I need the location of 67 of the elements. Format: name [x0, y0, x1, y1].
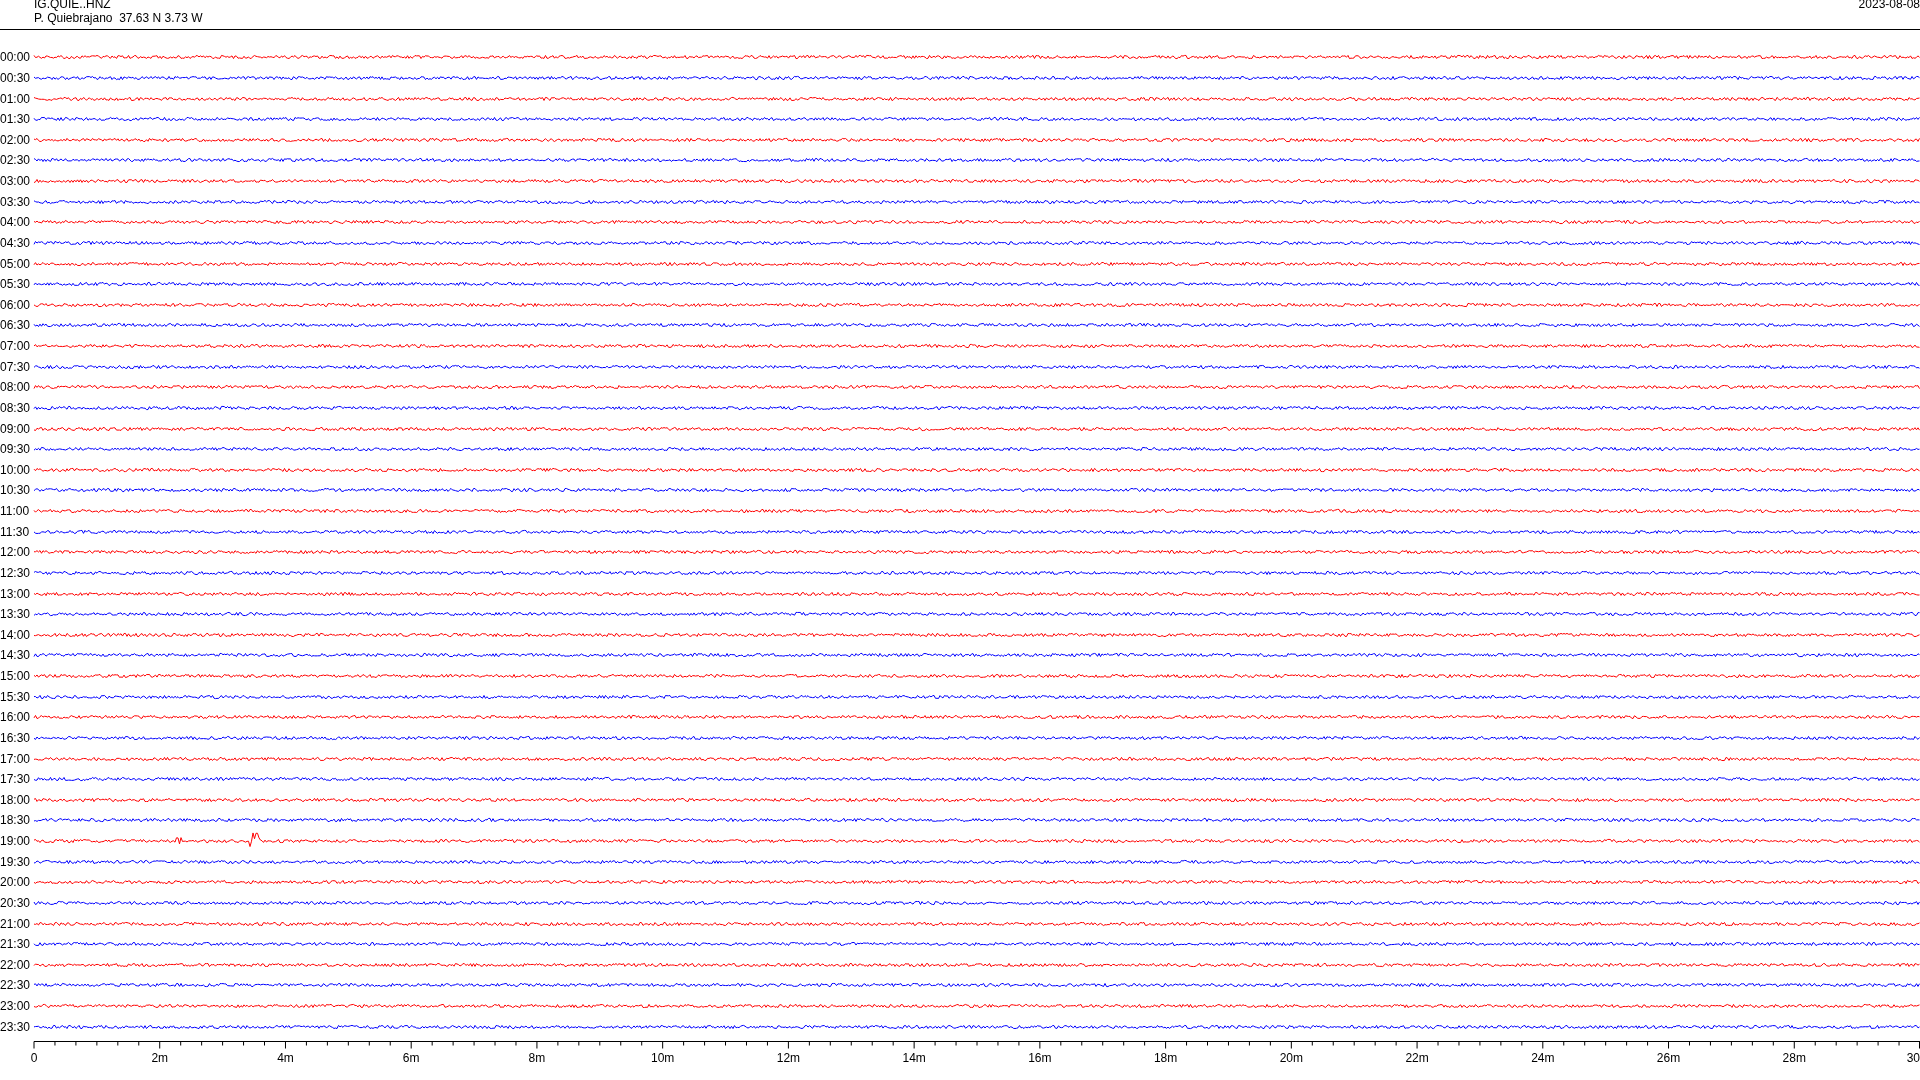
- time-label: 19:00: [0, 834, 32, 849]
- time-label: 01:30: [0, 112, 32, 127]
- time-label: 15:00: [0, 669, 32, 684]
- time-label: 16:00: [0, 710, 32, 725]
- time-label: 01:00: [0, 91, 32, 106]
- time-label: 09:30: [0, 442, 32, 457]
- axis-tick-label: 6m: [402, 1051, 420, 1065]
- time-label: 14:00: [0, 627, 32, 642]
- time-label: 17:00: [0, 751, 32, 766]
- time-label: 00:00: [0, 50, 32, 65]
- axis-tick-label: 16m: [1028, 1051, 1052, 1065]
- time-label: 18:00: [0, 792, 32, 807]
- time-label: 11:30: [0, 524, 31, 539]
- time-label: 05:30: [0, 277, 32, 292]
- time-label: 02:30: [0, 153, 32, 168]
- time-label: 07:00: [0, 339, 32, 354]
- time-label: 12:00: [0, 545, 32, 560]
- time-label: 03:30: [0, 194, 32, 209]
- time-label: 13:00: [0, 586, 32, 601]
- time-label: 22:30: [0, 978, 32, 993]
- axis-tick-label: 22m: [1405, 1051, 1429, 1065]
- time-label: 23:00: [0, 999, 32, 1014]
- axis-tick-label: 14m: [902, 1051, 926, 1065]
- time-label: 07:30: [0, 359, 32, 374]
- time-label: 18:30: [0, 813, 32, 828]
- axis-tick-label: 8m: [528, 1051, 546, 1065]
- axis-tick-label: 10m: [651, 1051, 675, 1065]
- station-info: P. Quiebrajano 37.63 N 3.73 W: [34, 11, 203, 25]
- time-label: 06:00: [0, 297, 32, 312]
- axis-tick-label: 18m: [1153, 1051, 1178, 1065]
- time-label: 02:00: [0, 132, 32, 147]
- axis-tick-label: 26m: [1656, 1051, 1681, 1065]
- axis-tick-label: 28m: [1782, 1051, 1806, 1065]
- time-label: 20:00: [0, 875, 32, 890]
- time-label: 04:00: [0, 215, 32, 230]
- time-label: 06:30: [0, 318, 32, 333]
- time-label: 12:30: [0, 565, 32, 580]
- time-label: 14:30: [0, 648, 32, 663]
- axis-tick-label: 4m: [277, 1051, 294, 1065]
- time-label: 22:00: [0, 957, 32, 972]
- date-label: 2023-08-08: [1858, 0, 1920, 11]
- time-label: 21:00: [0, 916, 32, 931]
- time-label: 08:30: [0, 400, 32, 415]
- time-label: 23:30: [0, 1019, 32, 1034]
- time-label: 10:30: [0, 483, 32, 498]
- time-label: 17:30: [0, 772, 32, 787]
- time-label: 04:30: [0, 235, 32, 250]
- time-label: 05:00: [0, 256, 32, 271]
- time-label: 21:30: [0, 937, 32, 952]
- time-label: 10:00: [0, 462, 32, 477]
- channel-code: IG.QUIE..HNZ: [34, 0, 112, 11]
- axis-tick-label: 12m: [776, 1051, 801, 1065]
- axis-tick-label: 0: [30, 1051, 38, 1065]
- time-label: 11:00: [0, 504, 31, 519]
- axis-tick-label: 30: [1906, 1051, 1920, 1065]
- time-label: 15:30: [0, 689, 32, 704]
- time-label: 20:30: [0, 895, 32, 910]
- time-label: 03:00: [0, 174, 32, 189]
- axis-tick-label: 20m: [1279, 1051, 1303, 1065]
- time-label: 08:00: [0, 380, 32, 395]
- time-label: 00:30: [0, 70, 32, 85]
- axis-tick-label: 24m: [1531, 1051, 1555, 1065]
- time-label: 09:00: [0, 421, 32, 436]
- time-label: 16:30: [0, 730, 32, 745]
- time-label: 19:30: [0, 854, 32, 869]
- axis-tick-label: 2m: [151, 1051, 169, 1065]
- time-label: 13:30: [0, 607, 32, 622]
